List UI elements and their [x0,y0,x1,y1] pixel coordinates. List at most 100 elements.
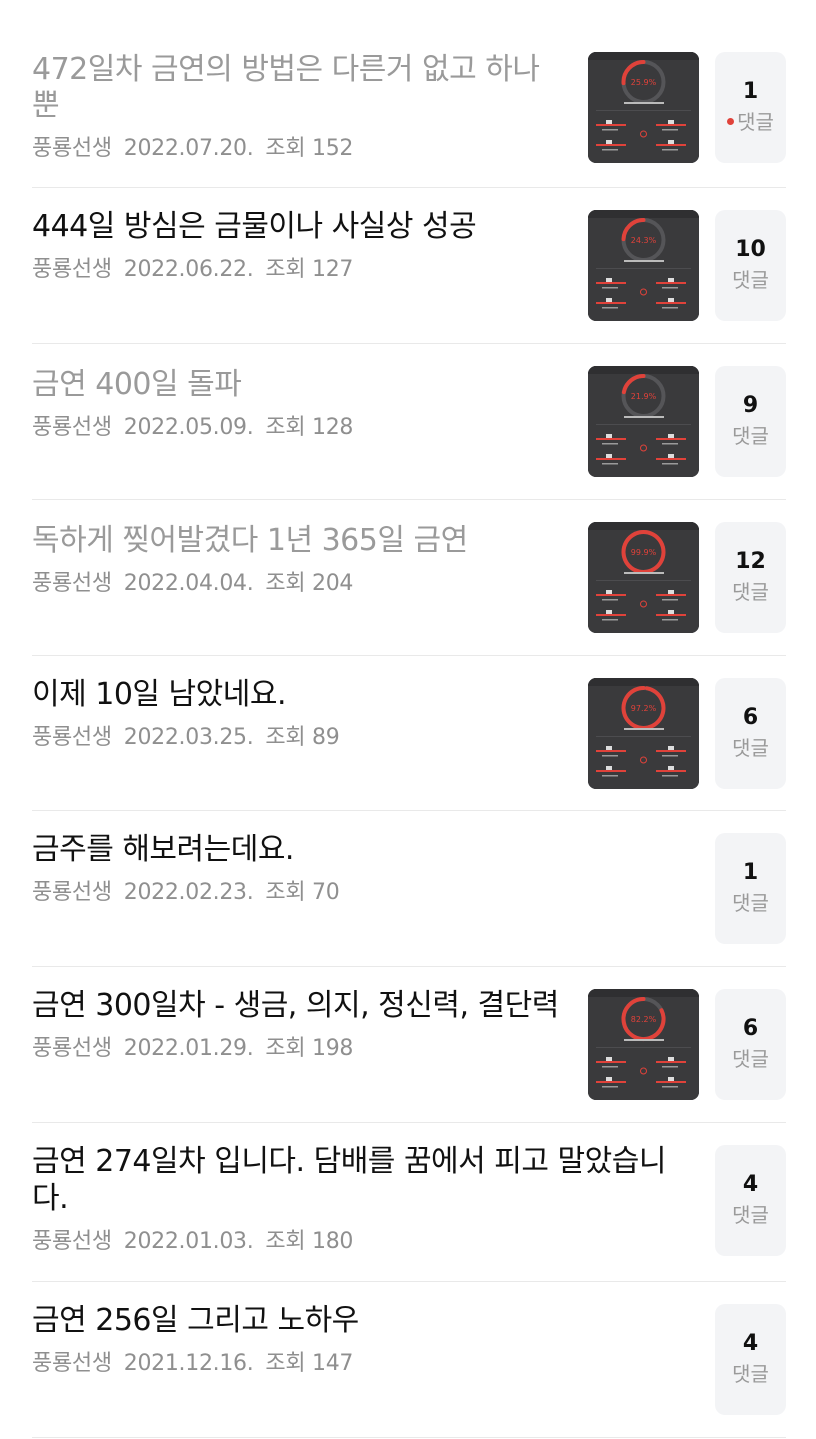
post-date: 2022.03.25. [123,725,254,750]
gauge-percent-text: 99.9% [631,548,657,557]
post-title[interactable]: 이제 10일 남았네요. [32,676,351,713]
post-meta: 풍룡선생 2022.01.03. 조회 180 [32,1223,682,1255]
post-title[interactable]: 472일차 금연의 방법은 다른거 없고 하나 뿐 [32,52,557,124]
gauge-thumbnail-graphic: 21.9% [588,366,699,477]
gauge-thumbnail-graphic: 25.9% [588,52,699,163]
gauge-percent-text: 82.2% [631,1015,657,1024]
comment-count: 4 [742,1331,759,1356]
post-author: 풍룡선생 [32,725,112,750]
post-date: 2022.02.23. [123,880,254,905]
comment-count: 10 [735,237,766,262]
comment-count: 4 [742,1172,759,1197]
post-meta: 풍룡선생 2022.04.04. 조회 204 [32,565,468,597]
comment-label: 댓글 [732,1362,769,1386]
post-views: 조회 204 [265,571,354,596]
gauge-percent-text: 25.9% [631,78,657,87]
post-date: 2022.01.03. [123,1229,254,1254]
post-title[interactable]: 444일 방심은 금물이나 사실상 성공 [32,208,477,245]
comment-count: 6 [742,1016,759,1041]
comment-label: 댓글 [732,891,769,915]
post-meta: 풍룡선생 2022.06.22. 조회 127 [32,251,476,283]
post-row[interactable]: 금주를 해보려는데요. 풍룡선생 2022.02.23. 조회 70 1 댓글 [32,811,786,967]
post-thumbnail[interactable]: 21.9% [588,366,699,477]
post-row[interactable]: 444일 방심은 금물이나 사실상 성공 풍룡선생 2022.06.22. 조회 1… [32,188,786,344]
post-title[interactable]: 금연 400일 돌파 [32,366,365,403]
comment-label: 댓글 [732,1203,769,1227]
post-views: 조회 128 [265,415,354,440]
post-row[interactable]: 금연 300일차 - 생금, 의지, 정신력, 결단력 풍룡선생 2022.01.… [32,967,786,1123]
post-row[interactable]: 이제 10일 남았네요. 풍룡선생 2022.03.25. 조회 89 97.2% … [32,656,786,811]
comment-count-box[interactable]: 6 댓글 [715,989,786,1100]
post-row[interactable]: 금연 256일 그리고 노하우 풍룡선생 2021.12.16. 조회 147 4 … [32,1282,786,1438]
comment-count: 1 [742,860,759,885]
post-author: 풍룡선생 [32,415,112,440]
post-thumbnail[interactable]: 25.9% [588,52,699,163]
comment-count-box[interactable]: 4 댓글 [715,1304,786,1415]
post-views: 조회 89 [265,725,340,750]
post-meta: 풍룡선생 2022.02.23. 조회 70 [32,874,351,906]
gauge-percent-text: 24.3% [631,236,657,245]
gauge-percent-text: 21.9% [631,392,657,401]
post-views: 조회 180 [265,1229,354,1254]
comment-count-box[interactable]: 1 댓글 [715,52,786,163]
gauge-thumbnail-graphic: 82.2% [588,989,699,1100]
post-meta: 풍룡선생 2021.12.16. 조회 147 [32,1345,365,1377]
gauge-percent-text: 97.2% [631,704,657,713]
post-views: 조회 198 [265,1036,354,1061]
comment-count-box[interactable]: 10 댓글 [715,210,786,321]
post-title[interactable]: 금연 274일차 입니다. 담배를 꿈에서 피고 말았습니다. [32,1143,682,1217]
comment-count-box[interactable]: 1 댓글 [715,833,786,944]
post-thumbnail[interactable]: 99.9% [588,522,699,633]
post-author: 풍룡선생 [32,136,112,161]
comment-count: 6 [742,705,759,730]
post-date: 2022.07.20. [123,136,254,161]
comment-count-box[interactable]: 6 댓글 [715,678,786,789]
post-meta: 풍룡선생 2022.05.09. 조회 128 [32,409,365,441]
comment-count: 9 [742,393,759,418]
post-meta: 풍룡선생 2022.07.20. 조회 152 [32,130,557,162]
post-meta: 풍룡선생 2022.03.25. 조회 89 [32,719,351,751]
post-thumbnail[interactable]: 82.2% [588,989,699,1100]
post-author: 풍룡선생 [32,1229,112,1254]
post-row[interactable]: 금연 400일 돌파 풍룡선생 2022.05.09. 조회 128 21.9% 9… [32,344,786,500]
post-thumbnail[interactable]: 24.3% [588,210,699,321]
post-date: 2022.05.09. [123,415,254,440]
post-date: 2022.04.04. [123,571,254,596]
post-thumbnail[interactable]: 97.2% [588,678,699,789]
comment-label: 댓글 [732,424,769,448]
post-title[interactable]: 금주를 해보려는데요. [32,831,351,868]
comment-label: 댓글 [737,110,774,134]
post-author: 풍룡선생 [32,571,112,596]
comment-count-box[interactable]: 9 댓글 [715,366,786,477]
comment-label: 댓글 [732,736,769,760]
post-date: 2022.01.29. [123,1036,254,1061]
post-title[interactable]: 금연 256일 그리고 노하우 [32,1302,365,1339]
comment-label: 댓글 [732,580,769,604]
post-date: 2022.06.22. [123,257,254,282]
new-comment-dot [727,118,735,125]
post-views: 조회 70 [265,880,340,905]
post-views: 조회 152 [265,136,354,161]
comment-label: 댓글 [732,1047,769,1071]
post-title[interactable]: 독하게 찢어발겼다 1년 365일 금연 [32,522,468,559]
gauge-thumbnail-graphic: 99.9% [588,522,699,633]
gauge-thumbnail-graphic: 24.3% [588,210,699,321]
comment-count: 12 [735,549,766,574]
post-author: 풍룡선생 [32,257,112,282]
post-views: 조회 127 [265,257,354,282]
post-title[interactable]: 금연 300일차 - 생금, 의지, 정신력, 결단력 [32,987,559,1024]
gauge-thumbnail-graphic: 97.2% [588,678,699,789]
post-row[interactable]: 독하게 찢어발겼다 1년 365일 금연 풍룡선생 2022.04.04. 조회 2… [32,500,786,656]
post-row[interactable]: 472일차 금연의 방법은 다른거 없고 하나 뿐 풍룡선생 2022.07.20… [32,52,786,188]
post-author: 풍룡선생 [32,880,112,905]
post-views: 조회 147 [265,1351,354,1376]
post-row[interactable]: 금연 274일차 입니다. 담배를 꿈에서 피고 말았습니다. 풍룡선생 2022… [32,1123,786,1282]
post-author: 풍룡선생 [32,1351,112,1376]
comment-count-box[interactable]: 4 댓글 [715,1145,786,1256]
post-author: 풍룡선생 [32,1036,112,1061]
comment-label: 댓글 [732,268,769,292]
comment-count: 1 [742,79,759,104]
comment-count-box[interactable]: 12 댓글 [715,522,786,633]
post-meta: 풍룡선생 2022.01.29. 조회 198 [32,1030,559,1062]
post-date: 2021.12.16. [123,1351,254,1376]
